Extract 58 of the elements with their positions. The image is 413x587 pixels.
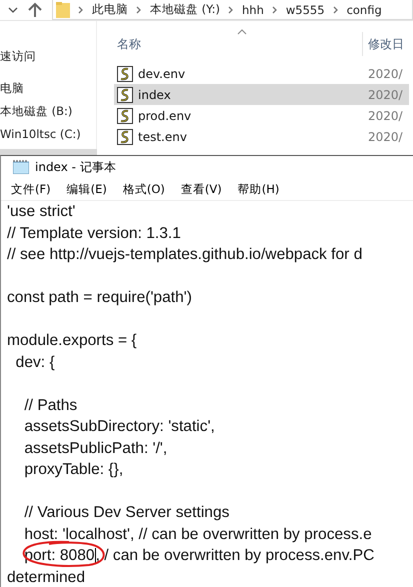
window-title: index - 记事本 [35,158,116,176]
menu-item[interactable]: 帮助(H) [238,182,280,196]
script-file-icon [117,66,133,82]
code-line: // see http://vuejs-templates.github.io/webpack for d [7,245,364,265]
code-line: determined [7,568,86,587]
file-row[interactable]: dev.env 2020/ [114,63,409,84]
menu-item[interactable]: 编辑(E) [66,182,107,196]
file-date: 2020/ [368,130,403,144]
file-date: 2020/ [368,88,403,102]
file-name: index [138,88,172,102]
code-line: module.exports = { [7,331,138,351]
nav-item[interactable]: 电脑 [0,77,96,100]
file-row[interactable]: test.env 2020/ [114,126,409,147]
file-name: prod.env [138,108,192,122]
chevron-icon [332,6,339,14]
notepad-icon [13,160,29,174]
nav-item[interactable]: Win10ltsc (C:) [0,123,96,146]
column-header[interactable]: 修改日 [362,32,404,56]
breadcrumb[interactable]: 此电脑 [92,2,128,17]
sort-caret-icon [237,29,247,35]
file-row[interactable]: prod.env 2020/ [114,105,409,126]
file-row[interactable]: index 2020/ [114,84,409,105]
breadcrumb[interactable]: config [346,2,382,16]
menu-item[interactable]: 文件(F) [11,182,51,196]
code-line: // Various Dev Server settings [23,503,230,523]
script-file-icon [117,86,133,102]
script-file-icon [117,128,133,144]
file-date: 2020/ [368,66,403,80]
menu-item[interactable]: 查看(V) [180,182,222,196]
chevron-icon [136,6,142,14]
code-line: dev: { [14,352,56,372]
code-line: // Paths [23,396,78,416]
code-line: // Template version: 1.3.1 [7,224,182,244]
address-bar[interactable]: 此电脑 本地磁盘 (Y:) hhh w5555 config [52,0,413,20]
code-line: const path = require('path') [7,288,193,308]
script-file-icon [117,108,133,124]
file-name: dev.env [138,66,186,80]
dropdown-icon[interactable] [8,6,18,14]
nav-item[interactable]: 本地磁盘 (B:) [0,100,96,123]
file-date: 2020/ [368,108,403,122]
code-line: 'use strict' [7,202,76,222]
code-line: proxyTable: {}, [23,460,124,480]
menu-item[interactable]: 格式(O) [122,182,165,196]
chevron-icon [272,6,278,14]
code-line: assetsPublicPath: '/', [23,438,168,458]
up-arrow-icon[interactable] [28,2,42,18]
column-header[interactable]: 名称 [114,36,362,52]
breadcrumb[interactable]: 本地磁盘 (Y:) [150,2,220,17]
nav-item[interactable]: 速访问 [0,45,96,68]
folder-icon [56,2,70,18]
code-line: assetsSubDirectory: 'static', [23,417,216,437]
file-name: test.env [138,130,188,144]
text-caret [94,548,96,564]
breadcrumb[interactable]: w5555 [286,2,325,16]
breadcrumb[interactable]: hhh [242,2,264,16]
chevron-icon [78,6,84,14]
chevron-icon [228,6,234,14]
code-line: host: 'localhost', // can be overwritten by process.e [23,524,373,544]
